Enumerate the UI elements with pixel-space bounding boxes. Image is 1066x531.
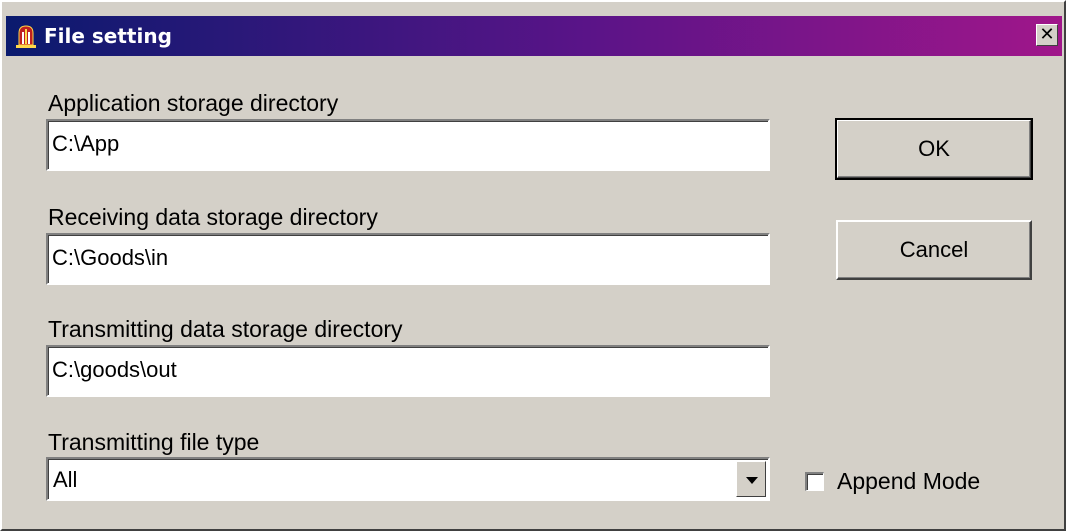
recv-dir-value: C:\Goods\in	[52, 245, 169, 270]
file-type-value: All	[53, 467, 78, 492]
trans-dir-input[interactable]: C:\goods\out	[46, 345, 770, 397]
dropdown-button[interactable]	[736, 461, 766, 497]
trans-dir-label: Transmitting data storage directory	[48, 316, 403, 342]
file-setting-dialog: File setting ✕ Application storage direc…	[0, 0, 1066, 531]
title-bar[interactable]: File setting ✕	[6, 16, 1062, 56]
trans-dir-value: C:\goods\out	[52, 357, 177, 382]
app-dir-label: Application storage directory	[48, 90, 339, 116]
app-dir-input[interactable]: C:\App	[46, 119, 770, 171]
append-mode-checkbox[interactable]	[805, 472, 824, 491]
chevron-down-icon	[746, 477, 758, 484]
window-title: File setting	[44, 24, 172, 48]
file-type-select[interactable]: All	[46, 457, 770, 501]
file-type-label: Transmitting file type	[48, 429, 260, 455]
recv-dir-label: Receiving data storage directory	[48, 204, 378, 230]
append-mode-label: Append Mode	[837, 468, 981, 494]
cancel-button[interactable]: Cancel	[836, 220, 1032, 280]
app-dir-value: C:\App	[52, 131, 120, 156]
close-button[interactable]: ✕	[1036, 24, 1058, 46]
close-icon: ✕	[1039, 24, 1055, 45]
app-icon	[14, 23, 38, 49]
recv-dir-input[interactable]: C:\Goods\in	[46, 233, 770, 285]
ok-button[interactable]: OK	[835, 118, 1033, 180]
